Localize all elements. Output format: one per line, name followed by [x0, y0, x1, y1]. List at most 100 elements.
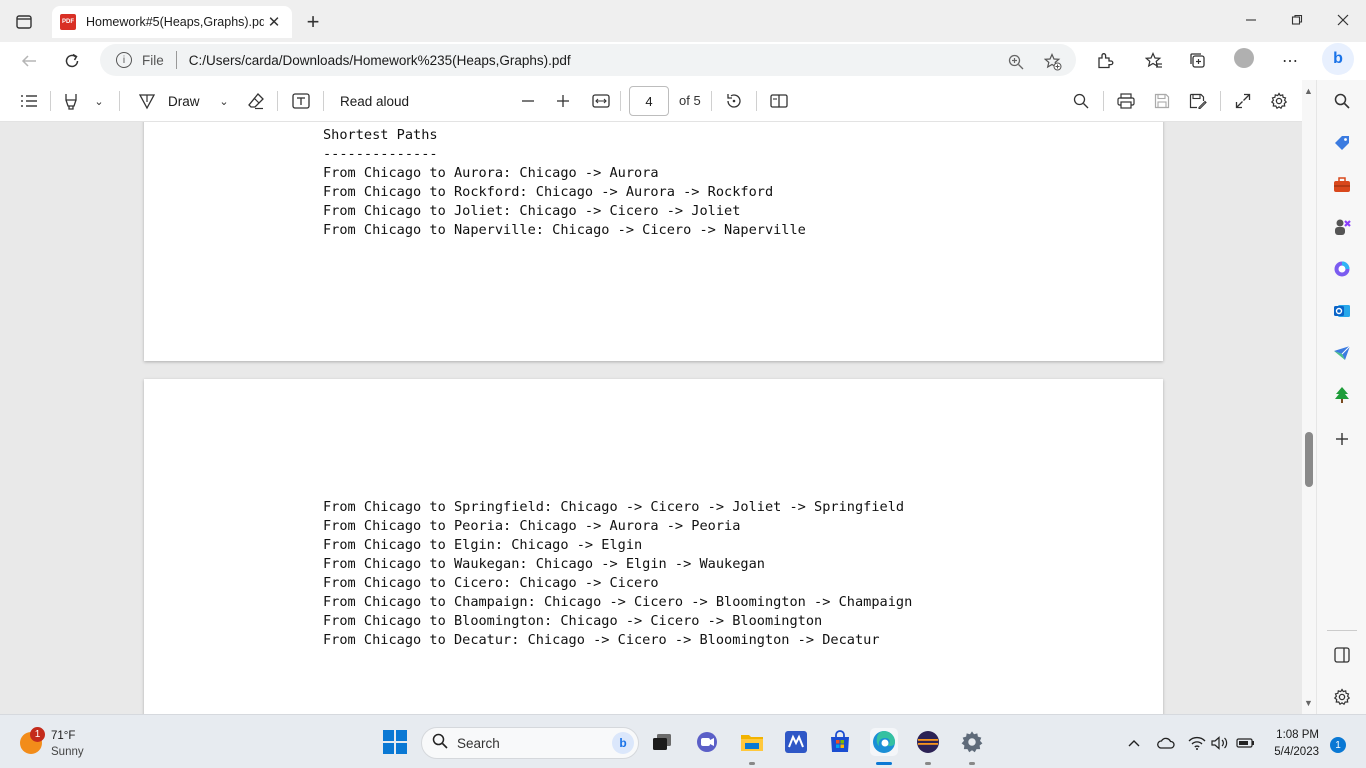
games-icon[interactable]: [1331, 216, 1353, 238]
edge-browser-icon[interactable]: [870, 728, 898, 756]
notification-badge[interactable]: 1: [1330, 737, 1346, 753]
pdf-text-line: From Chicago to Cicero: Chicago -> Cicer…: [323, 575, 659, 591]
save-as-icon[interactable]: [1187, 88, 1209, 114]
info-icon[interactable]: i: [116, 52, 132, 68]
draw-button[interactable]: Draw: [168, 88, 200, 114]
address-bar[interactable]: i File C:/Users/carda/Downloads/Homework…: [100, 44, 1076, 76]
zoom-in-icon[interactable]: [553, 88, 573, 114]
add-sidebar-app-icon[interactable]: [1331, 428, 1353, 450]
url-scheme-label: File: [142, 52, 164, 68]
pdf-viewer[interactable]: Shortest Paths -------------- From Chicago…: [0, 122, 1302, 714]
toolbar-divider: [711, 91, 712, 111]
tools-briefcase-icon[interactable]: [1331, 174, 1353, 196]
drop-send-icon[interactable]: [1331, 342, 1353, 364]
minimize-button[interactable]: [1228, 0, 1274, 40]
bing-search-icon[interactable]: b: [612, 732, 634, 754]
close-tab-icon[interactable]: ✕: [264, 12, 284, 32]
eraser-icon[interactable]: [245, 88, 267, 114]
tab-title: Homework#5(Heaps,Graphs).pdf: [86, 15, 264, 29]
toolbar-divider: [620, 91, 621, 111]
sidebar-settings-gear-icon[interactable]: [1331, 686, 1353, 708]
url-text[interactable]: C:/Users/carda/Downloads/Homework%235(He…: [189, 53, 571, 68]
collections-icon[interactable]: [1184, 47, 1212, 75]
find-in-document-icon[interactable]: [1070, 88, 1092, 114]
volume-icon[interactable]: [1211, 734, 1229, 752]
weather-condition[interactable]: Sunny: [51, 746, 84, 758]
taskbar-search-box[interactable]: Search b: [421, 727, 639, 759]
sidebar-search-icon[interactable]: [1331, 90, 1353, 112]
close-window-button[interactable]: [1320, 0, 1366, 40]
task-view-icon[interactable]: [648, 728, 676, 756]
toolbar-divider: [323, 91, 324, 111]
back-arrow-icon[interactable]: [14, 47, 44, 75]
new-tab-button[interactable]: +: [300, 9, 326, 35]
shopping-tag-icon[interactable]: [1331, 132, 1353, 154]
vertical-scrollbar[interactable]: ▲ ▼: [1302, 80, 1316, 714]
tab-actions-icon[interactable]: [10, 10, 38, 34]
page-number-input[interactable]: 4: [629, 86, 669, 116]
favorites-icon[interactable]: [1140, 47, 1168, 75]
battery-icon[interactable]: [1236, 734, 1254, 752]
onedrive-cloud-icon[interactable]: [1157, 734, 1175, 752]
bing-chat-icon[interactable]: b: [1322, 43, 1354, 75]
weather-temperature[interactable]: 71°F: [51, 730, 75, 742]
clock-date[interactable]: 5/4/2023: [1266, 746, 1319, 758]
toolbar-divider: [119, 91, 120, 111]
scroll-down-arrow-icon[interactable]: ▼: [1304, 698, 1313, 708]
pdf-text-line: From Chicago to Waukegan: Chicago -> Elg…: [323, 556, 765, 572]
toolbar-divider: [756, 91, 757, 111]
full-screen-icon[interactable]: [1232, 88, 1254, 114]
hide-sidebar-icon[interactable]: [1331, 644, 1353, 666]
fit-to-width-icon[interactable]: [590, 88, 612, 114]
show-hidden-icons-chevron-icon[interactable]: [1125, 734, 1143, 752]
scroll-up-arrow-icon[interactable]: ▲: [1304, 86, 1313, 96]
active-tab[interactable]: PDF Homework#5(Heaps,Graphs).pdf ✕: [52, 6, 292, 38]
pdf-page: Shortest Paths -------------- From Chicago…: [144, 122, 1163, 361]
pdf-text-line: --------------: [323, 146, 438, 162]
weather-notification-badge: 1: [30, 727, 45, 742]
toolbar-divider: [1103, 91, 1104, 111]
tree-icon[interactable]: [1331, 384, 1353, 406]
pdf-settings-gear-icon[interactable]: [1268, 88, 1290, 114]
microsoft-store-icon[interactable]: [826, 728, 854, 756]
tab-bar: PDF Homework#5(Heaps,Graphs).pdf ✕ +: [0, 0, 1366, 42]
profile-avatar[interactable]: [1234, 48, 1254, 68]
teams-chat-icon[interactable]: [693, 728, 721, 756]
wifi-icon[interactable]: [1188, 734, 1206, 752]
microsoft-365-icon[interactable]: [1331, 258, 1353, 280]
toolbar-divider: [277, 91, 278, 111]
highlight-icon[interactable]: [60, 88, 82, 114]
clock-time[interactable]: 1:08 PM: [1271, 729, 1319, 741]
scrollbar-thumb[interactable]: [1305, 432, 1313, 487]
running-indicator: [969, 762, 975, 765]
pdf-text-line: From Chicago to Decatur: Chicago -> Cice…: [323, 632, 880, 648]
settings-app-icon[interactable]: [958, 728, 986, 756]
restore-button[interactable]: [1274, 0, 1320, 40]
refresh-icon[interactable]: [57, 47, 87, 75]
extensions-icon[interactable]: [1091, 47, 1119, 75]
start-menu-icon[interactable]: [381, 728, 409, 756]
pdf-text-line: From Chicago to Elgin: Chicago -> Elgin: [323, 537, 643, 553]
more-options-icon[interactable]: ⋯: [1276, 47, 1304, 75]
print-icon[interactable]: [1115, 88, 1137, 114]
draw-pen-icon[interactable]: [136, 88, 158, 114]
navigation-bar: i File C:/Users/carda/Downloads/Homework…: [0, 42, 1366, 80]
pdf-file-icon: PDF: [60, 14, 76, 30]
add-text-icon[interactable]: [290, 88, 312, 114]
file-explorer-icon[interactable]: [738, 728, 766, 756]
read-aloud-button[interactable]: Read aloud: [340, 88, 409, 114]
zoom-out-icon[interactable]: [518, 88, 538, 114]
outlook-icon[interactable]: [1331, 300, 1353, 322]
pdf-text-line: From Chicago to Naperville: Chicago -> C…: [323, 222, 806, 238]
contents-list-icon[interactable]: [16, 88, 42, 114]
eclipse-ide-icon[interactable]: [914, 728, 942, 756]
page-view-icon[interactable]: [768, 88, 790, 114]
highlight-options-chevron-icon[interactable]: ⌄: [90, 88, 108, 114]
rotate-icon[interactable]: [723, 88, 745, 114]
save-icon[interactable]: [1151, 88, 1173, 114]
add-favorite-icon[interactable]: [1042, 51, 1064, 73]
zoom-icon[interactable]: [1005, 51, 1027, 73]
draw-options-chevron-icon[interactable]: ⌄: [215, 88, 233, 114]
pdf-text-line: From Chicago to Joliet: Chicago -> Cicer…: [323, 203, 741, 219]
mathway-app-icon[interactable]: [782, 728, 810, 756]
